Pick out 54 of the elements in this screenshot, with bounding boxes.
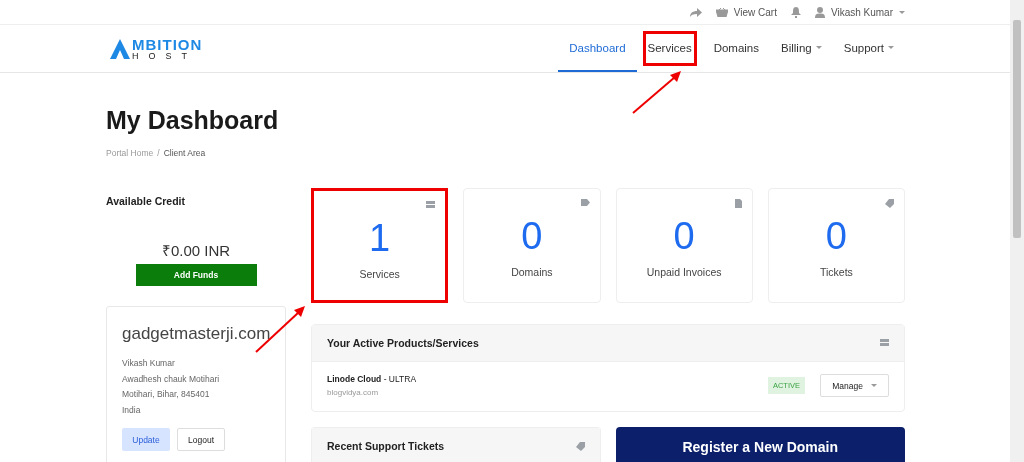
scrollbar[interactable]: [1010, 0, 1024, 462]
panel-title: Your Active Products/Services: [327, 337, 479, 349]
logout-button[interactable]: Logout: [177, 428, 225, 451]
stat-card[interactable]: 1 Services: [311, 188, 449, 303]
stat-label: Domains: [511, 266, 553, 278]
logo-subtext: HOST: [132, 51, 198, 61]
stat-value: 0: [825, 215, 847, 258]
logo-icon: [110, 38, 130, 59]
logo-text: MBITION: [132, 36, 203, 52]
address-line: Vikash Kumar: [122, 357, 176, 370]
panel-title: Recent Support Tickets: [327, 440, 445, 452]
credit-title: Available Credit: [106, 195, 186, 207]
user-icon: [814, 6, 825, 18]
bell-icon[interactable]: [790, 6, 801, 18]
nav-tab[interactable]: Services: [636, 25, 703, 72]
stat-label: Tickets: [819, 266, 853, 278]
ticket-icon: [885, 199, 894, 208]
caret-icon: [870, 384, 877, 387]
caret-icon: [899, 10, 905, 14]
update-button[interactable]: Update: [122, 428, 170, 451]
user-menu[interactable]: Vikash Kumar: [830, 6, 893, 18]
stat-label: Unpaid Invoices: [646, 266, 722, 278]
arrow: [632, 71, 681, 114]
stat-value: 0: [673, 215, 695, 258]
page-title: My Dashboard: [106, 106, 280, 135]
stat-value: 1: [369, 217, 391, 260]
product-domain: blogvidya.com: [327, 388, 380, 397]
basket-icon: [715, 7, 728, 17]
manage-button[interactable]: Manage: [820, 374, 889, 397]
breadcrumb-separator: /: [157, 148, 160, 158]
stat-card[interactable]: 0 Unpaid Invoices: [615, 188, 753, 303]
nav-tab[interactable]: Domains: [702, 25, 771, 72]
document-icon: [734, 199, 742, 208]
address-line: Motihari, Bihar, 845401: [122, 388, 211, 401]
server-icon: [426, 201, 436, 209]
banner-title: Register a New Domain: [682, 439, 839, 455]
credit-amount: ₹0.00 INR: [160, 241, 232, 260]
share-icon[interactable]: [689, 7, 702, 17]
add-funds-button[interactable]: Add Funds: [135, 264, 257, 286]
stat-card[interactable]: 0 Domains: [463, 188, 601, 303]
nav-tab[interactable]: Dashboard: [558, 25, 637, 72]
address-line: India: [122, 403, 142, 417]
nav-tab[interactable]: Support: [832, 25, 905, 72]
view-cart-link[interactable]: View Cart: [733, 6, 777, 18]
ticket-icon: [575, 441, 585, 451]
nav-tab[interactable]: Billing: [770, 25, 833, 72]
stat-card[interactable]: 0 Tickets: [767, 188, 905, 303]
product-name: Linode Cloud - ULTRA: [327, 374, 417, 384]
address-line: Awadhesh chauk Motihari: [122, 372, 221, 386]
client-name: gadgetmasterji.com: [122, 324, 270, 344]
server-icon: [880, 339, 889, 347]
tag-icon: [580, 199, 590, 206]
stat-label: Services: [359, 268, 400, 280]
stat-value: 0: [521, 215, 543, 258]
